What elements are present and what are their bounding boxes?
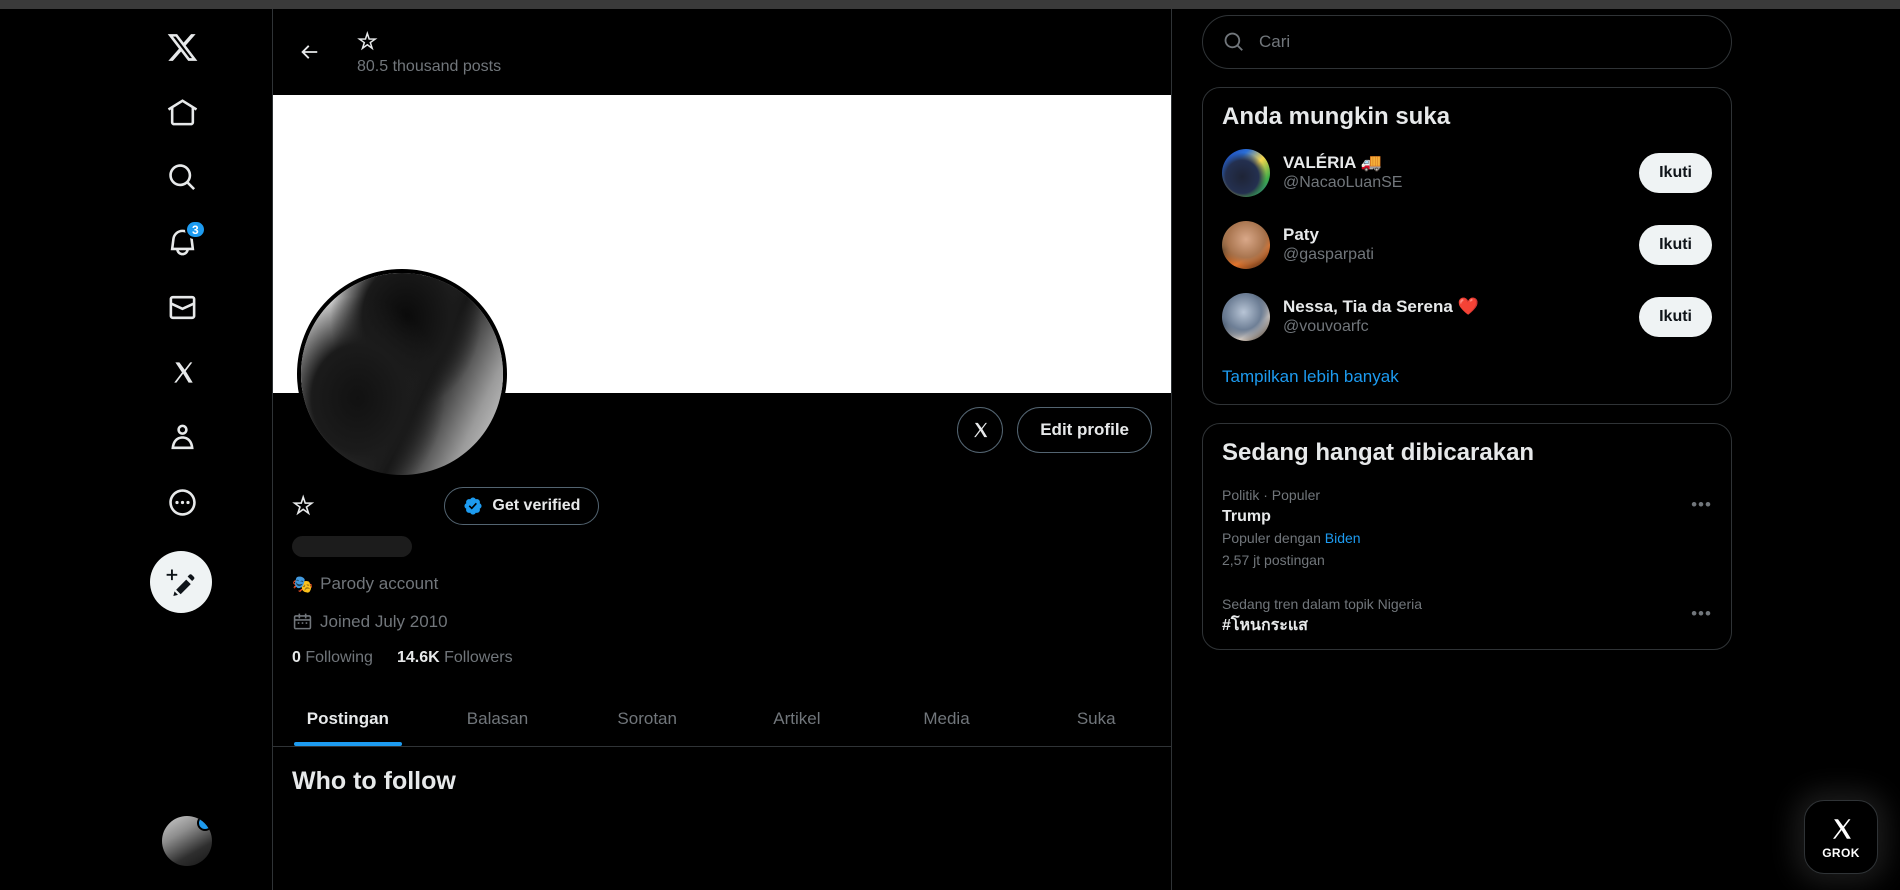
profile-stats-row: 0 Following 14.6K Followers: [292, 649, 1152, 667]
grok-icon: [974, 422, 988, 438]
following-label: Following: [305, 649, 373, 666]
avatar[interactable]: [1222, 149, 1270, 197]
trend-post-count: 2,57 jt postingan: [1222, 552, 1325, 569]
x-logo-icon[interactable]: [152, 17, 212, 77]
trend-subtitle: Populer dengan Biden: [1222, 528, 1712, 549]
suggestions-title: Anda mungkin suka: [1222, 103, 1451, 130]
profile-main-column: ☆ 80.5 thousand posts Edit profile ☆ Get…: [272, 9, 1172, 890]
account-avatar[interactable]: [162, 816, 212, 866]
list-item[interactable]: Paty @gasparpati Ikuti: [1203, 209, 1731, 281]
app-root: 3 ☆ 80.5 thousand posts Edit profile ☆ G…: [0, 9, 1900, 890]
trend-category: Politik · Populer: [1222, 487, 1321, 503]
trend-name: #โหนกระแส: [1222, 617, 1308, 635]
compose-post-button[interactable]: [150, 551, 212, 613]
suggestion-info: Nessa, Tia da Serena ❤️ @vouvoarfc: [1283, 296, 1626, 338]
tab-artikel[interactable]: Artikel: [722, 691, 872, 746]
suggestion-info: Paty @gasparpati: [1283, 224, 1626, 266]
calendar-icon: [292, 611, 313, 632]
follow-button[interactable]: Ikuti: [1639, 153, 1712, 193]
suggestion-handle: @NacaoLuanSE: [1283, 174, 1403, 192]
search-icon[interactable]: [152, 147, 212, 207]
verified-badge-icon: [464, 497, 482, 515]
trend-related-link[interactable]: Biden: [1325, 530, 1361, 546]
grok-label: GROK: [1822, 846, 1860, 860]
list-item[interactable]: VALÉRIA 🚚 @NacaoLuanSE Ikuti: [1203, 137, 1731, 209]
avatar[interactable]: [1222, 221, 1270, 269]
tab-postingan[interactable]: Postingan: [273, 691, 423, 746]
compose-post-icon: [166, 569, 195, 596]
profile-avatar-photo: [301, 273, 503, 475]
followers-count: 14.6K: [396, 649, 440, 666]
profile-display-name: ☆: [292, 491, 315, 520]
grok-icon[interactable]: [152, 342, 212, 402]
trends-card: Sedang hangat dibicarakan Politik · Popu…: [1202, 423, 1732, 650]
profile-top-header: ☆ 80.5 thousand posts: [273, 9, 1171, 95]
messages-envelope-icon[interactable]: [152, 277, 212, 337]
window-chrome-bar: [0, 0, 1900, 9]
header-title-group: ☆ 80.5 thousand posts: [357, 27, 501, 77]
suggestions-card: Anda mungkin suka VALÉRIA 🚚 @NacaoLuanSE…: [1202, 87, 1732, 405]
trend-name: Trump: [1222, 507, 1271, 525]
tab-suka[interactable]: Suka: [1021, 691, 1171, 746]
trend-item[interactable]: Politik · Populer Trump Populer dengan B…: [1203, 473, 1731, 582]
avatar[interactable]: [1222, 293, 1270, 341]
show-more-link[interactable]: Tampilkan lebih banyak: [1203, 353, 1731, 404]
edit-profile-button[interactable]: Edit profile: [1017, 407, 1152, 453]
left-navigation: 3: [0, 9, 272, 890]
trends-title: Sedang hangat dibicarakan: [1222, 439, 1535, 466]
followers-label: Followers: [444, 649, 513, 666]
suggestion-handle: @vouvoarfc: [1283, 318, 1369, 336]
back-arrow-icon[interactable]: [289, 32, 329, 72]
suggestion-info: VALÉRIA 🚚 @NacaoLuanSE: [1283, 152, 1626, 194]
search-box[interactable]: [1202, 15, 1732, 69]
following-count: 0: [292, 649, 301, 666]
trend-item[interactable]: Sedang tren dalam topik Nigeria #โหนกระแ…: [1203, 582, 1731, 648]
grok-icon: [1833, 819, 1851, 839]
list-item[interactable]: Nessa, Tia da Serena ❤️ @vouvoarfc Ikuti: [1203, 281, 1731, 353]
page-title: ☆: [357, 28, 378, 55]
tab-balasan[interactable]: Balasan: [423, 691, 573, 746]
grok-profile-button[interactable]: [957, 407, 1004, 453]
notifications-badge: 3: [185, 220, 206, 239]
profile-avatar[interactable]: [297, 269, 507, 479]
grok-floating-button[interactable]: GROK: [1804, 800, 1878, 874]
theater-mask-icon: 🎭: [292, 574, 314, 594]
get-verified-label: Get verified: [492, 497, 581, 514]
profile-person-icon[interactable]: [152, 407, 212, 467]
profile-handle-placeholder: [292, 536, 412, 557]
search-input[interactable]: [1259, 32, 1711, 52]
trend-category: Sedang tren dalam topik Nigeria: [1222, 596, 1423, 613]
get-verified-button[interactable]: Get verified: [444, 487, 600, 525]
more-dots-icon[interactable]: [152, 472, 212, 532]
parody-account-row: 🎭 Parody account: [292, 574, 1152, 594]
home-icon[interactable]: [152, 82, 212, 142]
joined-date-label: Joined July 2010: [320, 611, 448, 631]
follow-button[interactable]: Ikuti: [1639, 225, 1712, 265]
joined-date-row: Joined July 2010: [292, 611, 1152, 632]
search-icon: [1224, 32, 1243, 51]
suggestion-handle: @gasparpati: [1283, 246, 1374, 264]
profile-name-block: ☆ Get verified: [292, 487, 1152, 557]
profile-tabs: Postingan Balasan Sorotan Artikel Media …: [273, 691, 1171, 747]
follow-button[interactable]: Ikuti: [1639, 297, 1712, 337]
post-count-label: 80.5 thousand posts: [357, 57, 502, 75]
following-stat[interactable]: 0 Following: [292, 649, 373, 667]
profile-actions-row: Edit profile: [292, 269, 1152, 479]
who-to-follow-heading: Who to follow: [292, 767, 456, 795]
suggestion-name[interactable]: Paty: [1283, 224, 1626, 245]
suggestion-name[interactable]: VALÉRIA 🚚: [1283, 152, 1626, 173]
tab-sorotan[interactable]: Sorotan: [572, 691, 722, 746]
notifications-bell-icon[interactable]: 3: [152, 212, 212, 272]
profile-details: Edit profile ☆ Get verified 🎭 Parody acc…: [273, 269, 1171, 667]
more-dots-icon[interactable]: •••: [1684, 596, 1719, 631]
suggestion-name[interactable]: Nessa, Tia da Serena ❤️: [1283, 296, 1626, 317]
parody-account-label: Parody account: [320, 574, 439, 593]
right-sidebar: Anda mungkin suka VALÉRIA 🚚 @NacaoLuanSE…: [1172, 9, 1852, 890]
more-dots-icon[interactable]: •••: [1684, 487, 1719, 522]
followers-stat[interactable]: 14.6K Followers: [397, 649, 513, 667]
tab-media[interactable]: Media: [872, 691, 1022, 746]
trend-subtitle-prefix: Populer dengan: [1222, 530, 1321, 547]
